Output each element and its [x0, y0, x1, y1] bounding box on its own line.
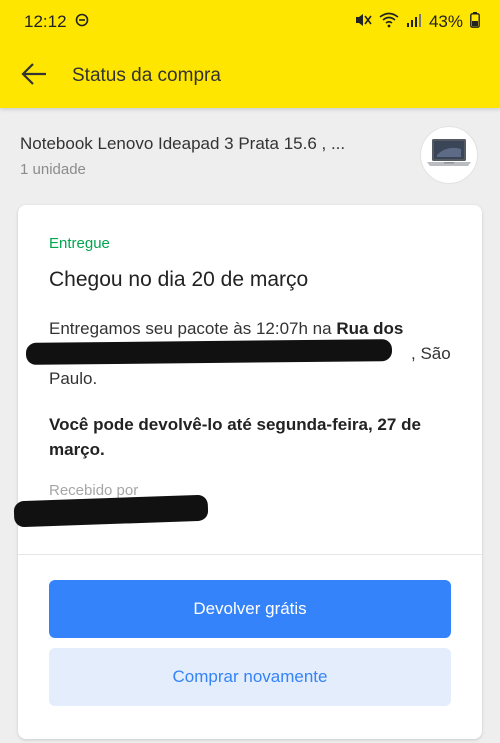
delivery-street: Rua dos	[336, 319, 404, 338]
return-free-button[interactable]: Devolver grátis	[49, 580, 451, 638]
signal-icon	[406, 12, 422, 32]
product-summary[interactable]: Notebook Lenovo Ideapad 3 Prata 15.6 , .…	[0, 108, 500, 196]
delivery-headline: Chegou no dia 20 de março	[49, 268, 309, 291]
redaction-scribble-address	[25, 339, 393, 365]
status-bar-right: 43%	[354, 11, 480, 33]
app-bar: Status da compra	[0, 44, 500, 108]
status-bar: 12:12 43%	[0, 0, 500, 44]
status-bar-left: 12:12	[24, 12, 89, 32]
do-not-disturb-icon	[75, 12, 89, 32]
mute-icon	[354, 12, 372, 33]
page-title: Status da compra	[72, 65, 221, 86]
wifi-icon	[379, 12, 399, 33]
redaction-scribble-recipient	[13, 494, 209, 528]
delivery-detail-prefix: Entregamos seu pacote às 12:07h na	[49, 319, 337, 338]
buy-again-button[interactable]: Comprar novamente	[49, 648, 451, 706]
divider	[18, 554, 482, 555]
delivery-card: Entregue Chegou no dia 20 de março Entre…	[13, 205, 482, 739]
product-name: Notebook Lenovo Ideapad 3 Prata 15.6 , .…	[20, 134, 346, 153]
battery-percent: 43%	[428, 12, 463, 31]
return-deadline: Você pode devolvê-lo até segunda-feira, …	[49, 415, 421, 459]
product-quantity: 1 unidade	[20, 161, 86, 178]
laptop-icon	[425, 137, 473, 174]
clock: 12:12	[24, 12, 67, 31]
received-by-label: Recebido por	[49, 482, 139, 499]
product-thumbnail[interactable]	[420, 126, 478, 184]
back-button[interactable]	[16, 58, 52, 94]
arrow-left-icon	[20, 62, 48, 91]
battery-icon	[470, 11, 480, 33]
status-badge: Entregue	[49, 235, 110, 252]
